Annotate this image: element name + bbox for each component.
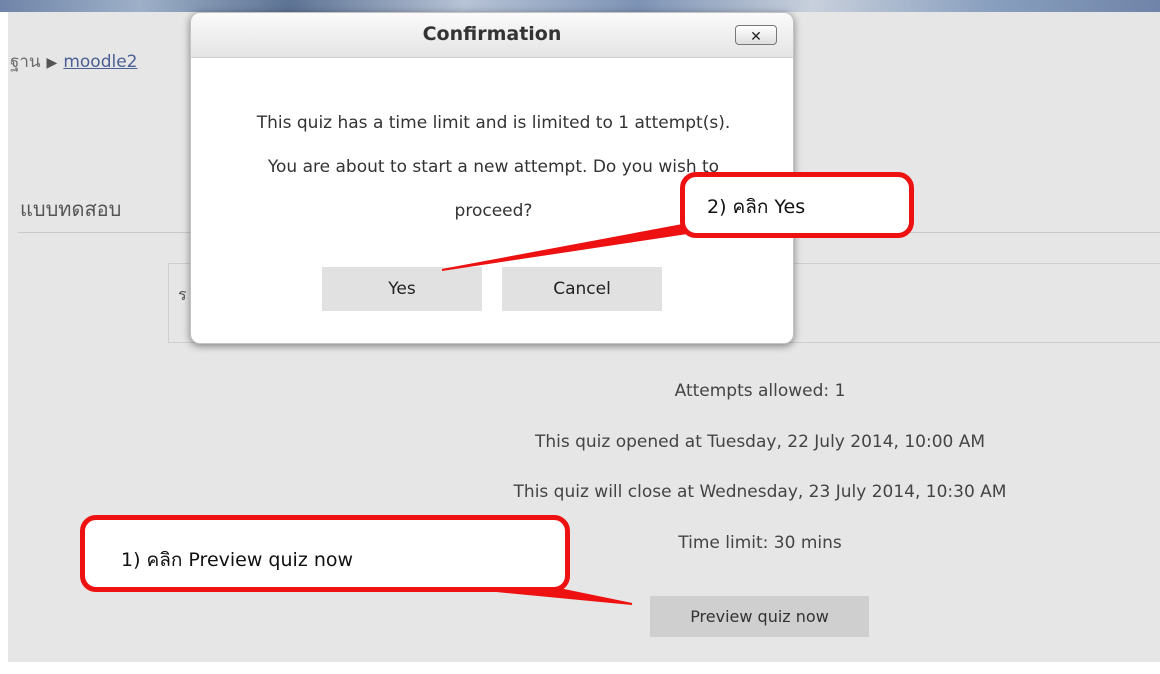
breadcrumb-prefix: ฐาน bbox=[10, 52, 41, 72]
time-limit-text: Time limit: 30 mins bbox=[678, 533, 842, 553]
dialog-title: Confirmation bbox=[422, 23, 562, 45]
breadcrumb-separator-icon: ▶ bbox=[46, 55, 58, 71]
annotation-callout-step2: 2) คลิก Yes bbox=[680, 172, 914, 238]
quiz-close-text: This quiz will close at Wednesday, 23 Ju… bbox=[513, 482, 1007, 502]
header-banner-strip bbox=[0, 0, 1160, 12]
quiz-opened-text: This quiz opened at Tuesday, 22 July 201… bbox=[534, 432, 986, 452]
quiz-intro-text: ร bbox=[178, 285, 187, 304]
annotation-step1-text: 1) คลิก Preview quiz now bbox=[121, 549, 354, 571]
annotation-callout-step1: 1) คลิก Preview quiz now bbox=[80, 515, 570, 592]
yes-button[interactable]: Yes bbox=[322, 267, 482, 311]
quiz-section-title: แบบทดสอบ bbox=[20, 197, 122, 221]
preview-quiz-button[interactable]: Preview quiz now bbox=[650, 596, 869, 637]
breadcrumb-link-course[interactable]: moodle2 bbox=[63, 52, 137, 72]
annotation-step2-text: 2) คลิก Yes bbox=[707, 196, 806, 218]
breadcrumb: ฐาน ▶ moodle2 bbox=[10, 48, 137, 75]
cancel-button[interactable]: Cancel bbox=[502, 267, 662, 311]
dialog-message: This quiz has a time limit and is limite… bbox=[256, 113, 731, 221]
close-dialog-button[interactable]: ✕ bbox=[735, 25, 777, 45]
attempts-allowed-text: Attempts allowed: 1 bbox=[674, 381, 846, 401]
